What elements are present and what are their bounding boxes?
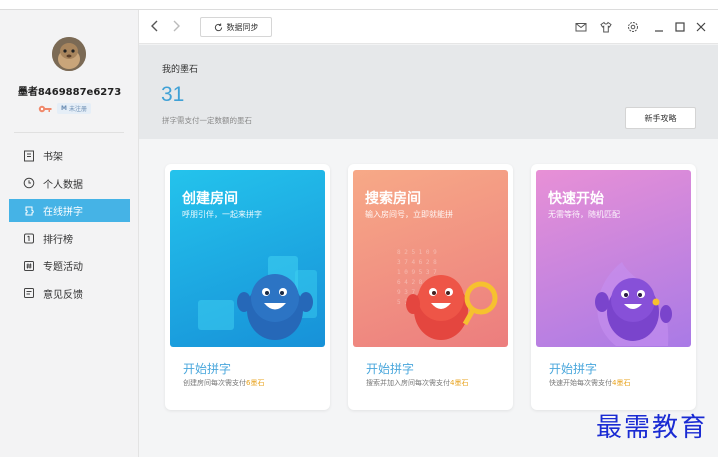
minimize-icon[interactable]	[653, 21, 665, 33]
sidebar-item-label: 专题活动	[43, 262, 83, 273]
sidebar-item-label: 书架	[43, 152, 63, 163]
sidebar-item-label: 意见反馈	[43, 289, 83, 301]
cost-text: 搜索并加入房间每次需支付	[366, 379, 450, 387]
sidebar-item-online-puzzle[interactable]: 在线拼字	[9, 199, 130, 222]
sidebar-item-label: 在线拼字	[43, 207, 83, 218]
sidebar-item-ranking[interactable]: 排行榜	[9, 227, 130, 250]
bookshelf-icon	[24, 150, 34, 161]
register-label: 未注册	[68, 106, 87, 113]
card-subtitle: 呼朋引伴，一起来拼字	[182, 210, 262, 219]
card-title: 快速开始	[548, 191, 604, 207]
svg-text:1 0 9 5 3 7: 1 0 9 5 3 7	[397, 269, 437, 276]
stats-title: 我的墨石	[162, 65, 199, 75]
sidebar-item-bookshelf[interactable]: 书架	[9, 144, 130, 167]
start-puzzle-link[interactable]: 开始拼字	[183, 360, 231, 377]
cost-price: 4墨石	[612, 379, 631, 387]
ranking-icon	[24, 233, 34, 244]
stats-panel: 我的墨石 31 拼字需支付一定数额的墨石 新手攻略	[139, 45, 718, 139]
create-room-card[interactable]: 创建房间 呼朋引伴，一起来拼字 开始拼字 创建房间每次需支付6墨石	[165, 164, 330, 410]
create-room-illustration: 创建房间 呼朋引伴，一起来拼字	[170, 170, 325, 347]
card-title: 搜索房间	[365, 191, 421, 207]
username: 墨者8469887e6273	[17, 87, 122, 98]
start-puzzle-link[interactable]: 开始拼字	[366, 360, 414, 377]
refresh-icon	[214, 23, 222, 31]
settings-icon[interactable]	[627, 21, 639, 33]
top-toolbar: 数据同步	[139, 10, 718, 44]
cost-text: 创建房间每次需支付	[183, 379, 246, 387]
maximize-icon[interactable]	[674, 21, 686, 33]
sidebar-item-label: 个人数据	[43, 179, 83, 191]
window-top-edge	[0, 0, 718, 10]
sidebar-divider	[14, 132, 124, 133]
svg-text:8 2 5 1 0 9: 8 2 5 1 0 9	[397, 249, 437, 256]
puzzle-icon	[25, 206, 34, 215]
back-arrow-icon[interactable]	[148, 19, 162, 33]
ink-stone-count: 31	[161, 83, 185, 106]
card-cost-note: 快速开始每次需支付4墨石	[549, 378, 630, 388]
feedback-icon	[24, 288, 34, 298]
sidebar-nav: 书架 个人数据 在线拼字 排行榜 专题活动 意见反馈	[9, 144, 130, 309]
sidebar-item-label: 排行榜	[43, 234, 73, 246]
cost-price: 6墨石	[246, 379, 265, 387]
key-icon[interactable]	[38, 104, 52, 114]
account-badges: M 未注册	[38, 103, 91, 114]
beginner-guide-button[interactable]: 新手攻略	[625, 107, 696, 129]
quick-start-card[interactable]: 快速开始 无需等待，随机匹配 开始拼字 快速开始每次需支付4墨石	[531, 164, 696, 410]
sidebar: 墨者8469887e6273 M 未注册 书架 个人数据 在线拼字 排行榜 专题…	[0, 10, 139, 457]
card-cost-note: 创建房间每次需支付6墨石	[183, 378, 264, 388]
stats-description: 拼字需支付一定数额的墨石	[162, 116, 252, 125]
start-puzzle-link[interactable]: 开始拼字	[549, 360, 597, 377]
avatar[interactable]	[52, 37, 86, 71]
cost-text: 快速开始每次需支付	[549, 379, 612, 387]
mail-icon: M	[61, 105, 67, 112]
register-badge[interactable]: M 未注册	[57, 103, 91, 114]
mail-icon[interactable]	[575, 21, 587, 33]
data-sync-label: 数据同步	[226, 22, 259, 32]
forward-arrow-icon[interactable]	[169, 19, 183, 33]
card-subtitle: 无需等待，随机匹配	[548, 210, 620, 219]
close-icon[interactable]	[695, 21, 707, 33]
svg-text:3 7 4 6 2 8: 3 7 4 6 2 8	[397, 259, 437, 266]
card-subtitle: 输入房间号，立即就能拼	[365, 210, 453, 219]
cost-price: 4墨石	[450, 379, 469, 387]
card-title: 创建房间	[182, 191, 238, 207]
quick-start-illustration: 快速开始 无需等待，随机匹配	[536, 170, 691, 347]
clock-icon	[23, 177, 35, 189]
sidebar-item-activities[interactable]: 专题活动	[9, 254, 130, 277]
card-cost-note: 搜索并加入房间每次需支付4墨石	[366, 378, 468, 388]
sidebar-item-feedback[interactable]: 意见反馈	[9, 282, 130, 305]
sidebar-item-personal-data[interactable]: 个人数据	[9, 172, 130, 195]
data-sync-button[interactable]: 数据同步	[200, 17, 272, 37]
skin-icon[interactable]	[600, 21, 612, 33]
search-room-card[interactable]: 8 2 5 1 0 93 7 4 6 2 8 1 0 9 5 3 76 4 2 …	[348, 164, 513, 410]
search-room-illustration: 8 2 5 1 0 93 7 4 6 2 8 1 0 9 5 3 76 4 2 …	[353, 170, 508, 347]
hash-icon	[24, 260, 34, 271]
watermark: 最需教育	[596, 413, 709, 443]
